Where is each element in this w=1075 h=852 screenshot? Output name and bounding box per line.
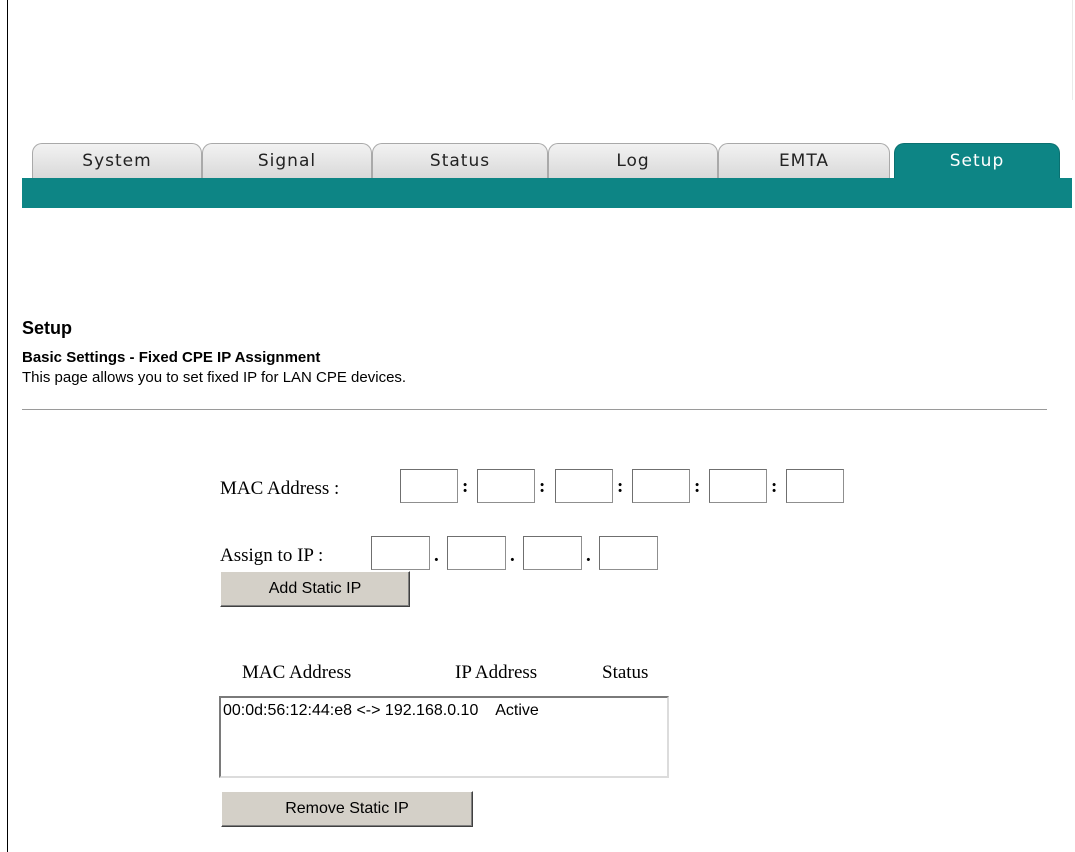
mac-octet-1[interactable] xyxy=(400,469,458,503)
static-ip-list[interactable]: 00:0d:56:12:44:e8 <-> 192.168.0.10 Activ… xyxy=(219,696,669,778)
mac-octet-5[interactable] xyxy=(709,469,767,503)
mac-separator: : xyxy=(462,476,469,497)
window-border-right xyxy=(1072,0,1073,100)
ip-separator: . xyxy=(434,545,439,566)
ip-separator: . xyxy=(586,545,591,566)
assign-ip-label: Assign to IP : xyxy=(220,545,324,566)
column-header-mac: MAC Address xyxy=(242,662,352,683)
ip-octet-2[interactable] xyxy=(447,536,506,570)
ip-octet-1[interactable] xyxy=(371,536,430,570)
mac-octet-2[interactable] xyxy=(477,469,535,503)
page-title: Setup xyxy=(22,318,73,338)
page-description: This page allows you to set fixed IP for… xyxy=(22,369,407,386)
tab-log[interactable]: Log xyxy=(548,143,718,178)
ip-separator: . xyxy=(510,545,515,566)
divider xyxy=(22,409,1047,410)
remove-static-ip-button[interactable]: Remove Static IP xyxy=(221,791,473,827)
tab-status[interactable]: Status xyxy=(372,143,548,178)
mac-address-label: MAC Address : xyxy=(220,478,340,499)
mac-separator: : xyxy=(771,476,778,497)
tab-setup[interactable]: Setup xyxy=(894,143,1060,178)
mac-separator: : xyxy=(539,476,546,497)
column-header-ip: IP Address xyxy=(455,662,538,683)
tab-system[interactable]: System xyxy=(32,143,202,178)
page-subtitle: Basic Settings - Fixed CPE IP Assignment xyxy=(22,349,321,366)
tab-bar xyxy=(22,178,1072,208)
mac-octet-4[interactable] xyxy=(632,469,690,503)
column-header-status: Status xyxy=(602,662,649,683)
mac-octet-3[interactable] xyxy=(555,469,613,503)
ip-octet-3[interactable] xyxy=(523,536,582,570)
mac-separator: : xyxy=(617,476,624,497)
list-item[interactable]: 00:0d:56:12:44:e8 <-> 192.168.0.10 Activ… xyxy=(223,702,667,720)
add-static-ip-button[interactable]: Add Static IP xyxy=(220,571,410,607)
ip-octet-4[interactable] xyxy=(599,536,658,570)
mac-separator: : xyxy=(694,476,701,497)
mac-octet-6[interactable] xyxy=(786,469,844,503)
window-border xyxy=(7,0,8,852)
tab-emta[interactable]: EMTA xyxy=(718,143,890,178)
tab-signal[interactable]: Signal xyxy=(202,143,372,178)
